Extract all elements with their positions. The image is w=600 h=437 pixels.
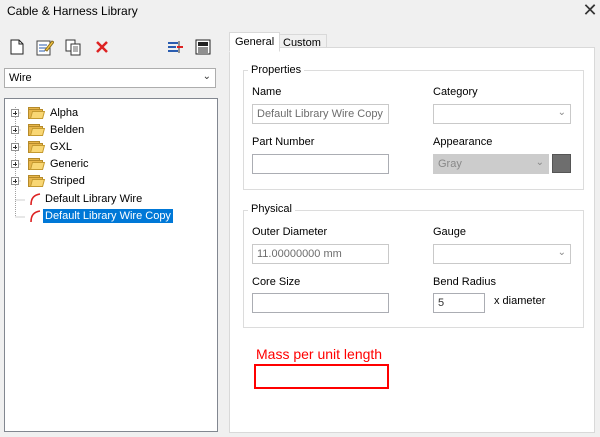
tree-label-selected: Default Library Wire Copy <box>43 208 173 223</box>
expand-icon[interactable] <box>11 142 19 151</box>
bend-radius-label: Bend Radius <box>433 276 496 288</box>
bend-radius-unit: x diameter <box>494 295 546 307</box>
chevron-down-icon: ⌄ <box>557 107 566 118</box>
properties-group-label: Properties <box>248 64 305 76</box>
mass-per-unit-length-label: Mass per unit length <box>256 346 383 362</box>
tree-item-default-library-wire[interactable]: Default Library Wire <box>28 190 144 207</box>
name-label: Name <box>252 86 282 98</box>
expand-icon[interactable] <box>11 159 19 168</box>
library-button[interactable] <box>192 36 214 58</box>
window-title: Cable & Harness Library <box>7 4 138 18</box>
appearance-label: Appearance <box>433 136 493 148</box>
bend-radius-field[interactable]: 5 <box>433 293 485 313</box>
type-filter-dropdown[interactable]: Wire ⌄ <box>4 68 216 88</box>
chevron-down-icon: ⌄ <box>535 157 544 168</box>
outer-diameter-value: 11.00000000 mm <box>257 248 342 260</box>
folder-icon <box>28 106 46 119</box>
copy-button[interactable] <box>62 36 84 58</box>
part-number-field[interactable] <box>252 154 389 174</box>
library-tree[interactable]: Alpha Belden GXL Generic Striped Default… <box>4 98 218 432</box>
mass-per-unit-length-field[interactable] <box>254 364 389 389</box>
tab-general[interactable]: General <box>229 32 281 52</box>
gauge-label: Gauge <box>433 226 467 238</box>
expand-icon[interactable] <box>11 108 19 117</box>
import-button[interactable] <box>164 36 186 58</box>
folder-icon <box>28 123 46 136</box>
outer-diameter-label: Outer Diameter <box>252 226 328 238</box>
new-icon <box>10 39 24 55</box>
folder-icon <box>28 174 46 187</box>
type-filter-value: Wire <box>9 72 32 84</box>
core-size-field[interactable] <box>252 293 389 313</box>
tree-label: Striped <box>50 174 85 187</box>
tree-label: Default Library Wire <box>45 192 143 205</box>
category-label: Category <box>433 86 478 98</box>
gauge-dropdown[interactable]: ⌄ <box>433 244 571 264</box>
tree-label: Belden <box>50 123 85 136</box>
new-button[interactable] <box>6 36 28 58</box>
folder-icon <box>28 140 46 153</box>
expand-icon[interactable] <box>11 176 19 185</box>
name-value: Default Library Wire Copy <box>257 108 383 120</box>
tree-label: Alpha <box>50 106 79 119</box>
appearance-dropdown[interactable]: Gray ⌄ <box>433 154 549 174</box>
name-field[interactable]: Default Library Wire Copy <box>252 104 389 124</box>
physical-group-label: Physical <box>248 203 295 215</box>
appearance-color-swatch[interactable] <box>552 154 571 173</box>
category-dropdown[interactable]: ⌄ <box>433 104 571 124</box>
tree-folder-gxl[interactable]: GXL <box>11 138 74 155</box>
appearance-value: Gray <box>438 158 462 170</box>
delete-icon <box>96 41 108 53</box>
library-icon <box>195 39 211 55</box>
core-size-label: Core Size <box>252 276 301 288</box>
chevron-down-icon: ⌄ <box>202 71 211 82</box>
copy-icon <box>65 39 81 56</box>
folder-icon <box>28 157 46 170</box>
bend-radius-value: 5 <box>438 297 445 309</box>
import-icon <box>168 41 183 53</box>
tree-folder-belden[interactable]: Belden <box>11 121 86 138</box>
chevron-down-icon: ⌄ <box>557 247 566 258</box>
outer-diameter-field[interactable]: 11.00000000 mm <box>252 244 389 264</box>
tree-label: Generic <box>50 157 89 170</box>
edit-button[interactable] <box>34 36 56 58</box>
edit-icon <box>36 40 54 56</box>
part-number-label: Part Number <box>252 136 315 148</box>
tree-label: GXL <box>50 140 73 153</box>
tree-item-default-library-wire-copy[interactable]: Default Library Wire Copy <box>28 207 173 224</box>
delete-button[interactable] <box>91 36 113 58</box>
tree-folder-generic[interactable]: Generic <box>11 155 91 172</box>
tree-folder-striped[interactable]: Striped <box>11 172 87 189</box>
tree-folder-alpha[interactable]: Alpha <box>11 104 80 121</box>
wire-icon <box>30 192 41 205</box>
close-button[interactable]: ✕ <box>580 0 600 20</box>
expand-icon[interactable] <box>11 125 19 134</box>
wire-icon <box>30 209 41 222</box>
